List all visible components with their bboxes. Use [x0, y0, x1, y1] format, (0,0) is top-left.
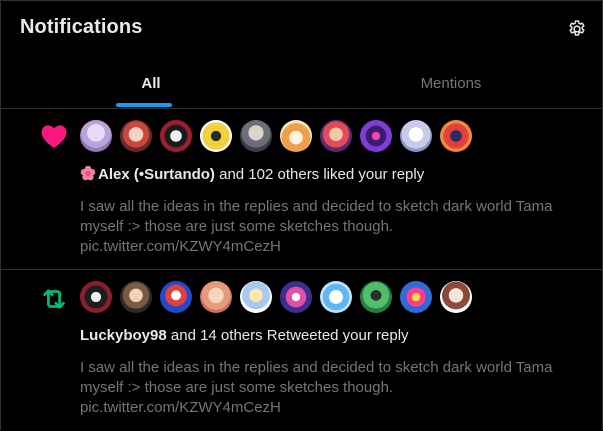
notification-summary: Alex (•Surtando) and 102 others liked yo… [80, 165, 580, 185]
avatar[interactable] [80, 281, 112, 313]
avatar[interactable] [320, 120, 352, 152]
actor-name-link[interactable]: Alex (•Surtando) [98, 166, 215, 183]
tab-mentions[interactable]: Mentions [301, 57, 601, 109]
gear-icon [569, 20, 585, 36]
actor-name-link[interactable]: Luckyboy98 [80, 327, 167, 344]
preview-line: myself :> those are just some sketches t… [80, 379, 394, 396]
avatar[interactable] [80, 120, 112, 152]
avatar[interactable] [440, 281, 472, 313]
avatar[interactable] [400, 281, 432, 313]
avatar[interactable] [280, 281, 312, 313]
avatar[interactable] [280, 120, 312, 152]
header: Notifications [1, 1, 602, 57]
settings-button[interactable] [566, 18, 588, 40]
avatar[interactable] [320, 281, 352, 313]
tab-mentions-label: Mentions [420, 74, 482, 92]
action-text: and 102 others liked your reply [214, 166, 425, 183]
tab-bar: All Mentions [1, 57, 602, 109]
page-title: Notifications [20, 16, 143, 38]
avatar[interactable] [240, 120, 272, 152]
notification-summary: Luckyboy98 and 14 others Retweeted your … [80, 326, 580, 346]
reply-preview[interactable]: I saw all the ideas in the replies and d… [80, 197, 580, 257]
pic-link[interactable]: pic.twitter.com/KZWY4mCezH [80, 237, 580, 257]
notifications-panel: Notifications All Mentions Alex (•Surtan… [0, 0, 603, 430]
avatar[interactable] [360, 120, 392, 152]
preview-line: myself :> those are just some sketches t… [80, 218, 394, 235]
avatar[interactable] [160, 281, 192, 313]
preview-line: I saw all the ideas in the replies and d… [80, 359, 553, 376]
avatar[interactable] [440, 120, 472, 152]
tab-all-label: All [141, 74, 161, 92]
heart-icon [41, 125, 67, 148]
notification-like[interactable]: Alex (•Surtando) and 102 others liked yo… [1, 109, 602, 270]
avatar[interactable] [200, 281, 232, 313]
avatar[interactable] [120, 281, 152, 313]
retweet-icon [43, 289, 65, 309]
tab-all[interactable]: All [1, 57, 301, 109]
hibiscus-emoji-icon [80, 165, 96, 181]
avatar[interactable] [160, 120, 192, 152]
avatar[interactable] [360, 281, 392, 313]
notification-retweet[interactable]: Luckyboy98 and 14 others Retweeted your … [1, 270, 602, 431]
avatar[interactable] [200, 120, 232, 152]
pic-link[interactable]: pic.twitter.com/KZWY4mCezH [80, 398, 580, 418]
active-tab-indicator [116, 103, 172, 107]
preview-line: I saw all the ideas in the replies and d… [80, 198, 553, 215]
avatar[interactable] [120, 120, 152, 152]
avatar[interactable] [400, 120, 432, 152]
reply-preview[interactable]: I saw all the ideas in the replies and d… [80, 358, 580, 418]
action-text: and 14 others Retweeted your reply [166, 327, 409, 344]
avatar[interactable] [240, 281, 272, 313]
